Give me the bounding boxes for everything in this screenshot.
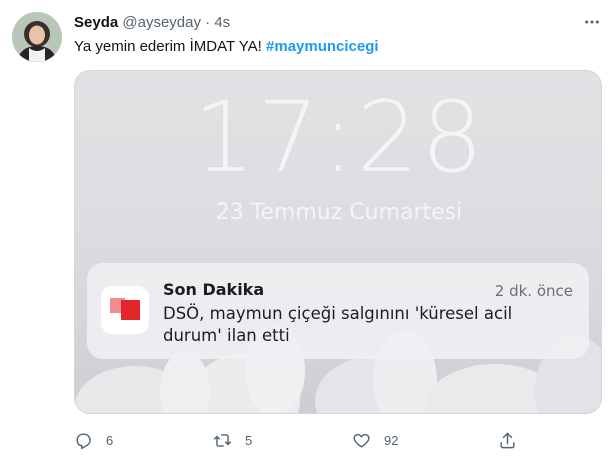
notification-app-name: Son Dakika [163, 280, 265, 299]
tweet-header: Seyda @ayseyday · 4s [74, 13, 230, 33]
share-button[interactable] [498, 426, 517, 454]
hashtag-link[interactable]: #maymuncicegi [266, 38, 379, 55]
retweet-icon [213, 431, 232, 450]
notification-time: 2 dk. önce [494, 282, 573, 300]
reply-button[interactable]: 6 [74, 426, 113, 454]
like-button[interactable]: 92 [352, 426, 398, 454]
son-dakika-app-icon [101, 286, 149, 334]
tweet[interactable]: Seyda @ayseyday · 4s Ya yemin ederim İMD… [0, 0, 614, 459]
reply-count: 6 [106, 432, 114, 448]
avatar[interactable] [12, 12, 62, 62]
tweet-text-body: Ya yemin ederim İMDAT YA! [74, 38, 262, 55]
tweet-actions: 6 5 92 [74, 426, 602, 454]
tweet-text: Ya yemin ederim İMDAT YA! #maymuncicegi [74, 37, 379, 57]
retweet-count: 5 [245, 432, 253, 448]
lock-screen-date: 23 Temmuz Cumartesi [215, 200, 463, 225]
author-handle[interactable]: @ayseyday [122, 14, 201, 31]
reply-icon [74, 431, 93, 450]
heart-icon [352, 431, 371, 450]
retweet-button[interactable]: 5 [213, 426, 252, 454]
tweet-media-image[interactable]: 17:28 23 Temmuz Cumartesi Son Dakika 2 d… [74, 70, 602, 414]
author-name[interactable]: Seyda [74, 14, 118, 31]
notification-body: DSÖ, maymun çiçeği salgınını 'küresel ac… [163, 304, 513, 345]
tweet-timestamp[interactable]: 4s [214, 14, 230, 31]
push-notification: Son Dakika 2 dk. önce DSÖ, maymun çiçeği… [87, 263, 589, 359]
lock-screen-time: 17:28 [192, 81, 486, 195]
like-count: 92 [384, 432, 399, 448]
share-icon [498, 431, 517, 450]
separator-dot: · [205, 14, 211, 31]
more-options-icon[interactable] [578, 8, 606, 36]
